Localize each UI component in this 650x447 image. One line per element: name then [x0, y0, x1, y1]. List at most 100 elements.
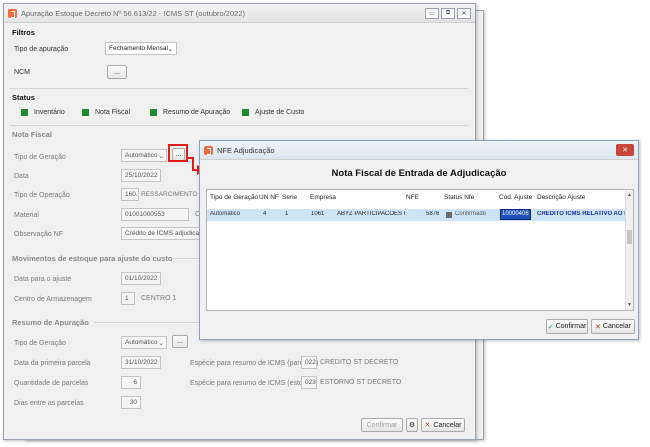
status-inventario-label: Inventário — [34, 109, 65, 116]
col-status-nfe[interactable]: Status Nfe — [444, 194, 474, 201]
chevron-down-icon: ⌄ — [158, 340, 164, 347]
tipo-geracao-value: Automático — [125, 152, 158, 159]
resumo-tipo-geracao-lookup-button[interactable]: ... — [172, 335, 188, 348]
especie-parcelas-code[interactable]: 022 — [301, 356, 317, 369]
dialog-confirm-button[interactable]: ✓ Confirmar — [546, 319, 588, 334]
close-x-icon: ✕ — [595, 323, 601, 331]
ncm-label: NCM — [14, 69, 30, 76]
quantidade-parcelas-label: Quantidade de parcelas — [14, 380, 89, 387]
resumo-section-title: Resumo de Apuração — [12, 318, 89, 327]
dialog-cancel-label: Cancelar — [602, 323, 631, 330]
divider — [10, 125, 468, 126]
especie-estorno-label: Espécie para resumo de ICMS (estorno) — [190, 380, 316, 387]
tipo-operacao-label: Tipo de Operação — [14, 192, 70, 199]
status-nota-fiscal-label: Nota Fiscal — [95, 109, 131, 116]
status-square-icon — [446, 212, 452, 218]
close-button[interactable]: ✕ — [457, 7, 471, 19]
dialog-title: NFE Adjudicação — [217, 145, 275, 155]
cell-empresa-name: ABYZ PARTICIPACOES I — [337, 211, 406, 217]
nota-fiscal-section-title: Nota Fiscal — [12, 130, 53, 139]
highlight-box — [168, 144, 188, 162]
status-resumo-apuracao: Resumo de Apuração — [150, 109, 230, 116]
minimize-button[interactable]: ▭ — [425, 7, 439, 19]
dias-parcelas-field[interactable]: 30 — [121, 396, 141, 409]
cell-cod-ajuste[interactable]: 10000406 — [500, 209, 531, 220]
col-nfe[interactable]: NFE — [406, 194, 419, 201]
centro-armazenagem-description: CENTRO 1 — [141, 295, 177, 302]
tipo-operacao-code-field[interactable]: 160.3R — [121, 188, 139, 201]
scroll-up-icon[interactable]: ▲ — [627, 192, 632, 198]
cancel-button-label: Cancelar — [433, 421, 462, 429]
col-descricao-ajuste[interactable]: Descrição Ajuste — [537, 194, 585, 201]
scroll-thumb[interactable] — [627, 230, 632, 244]
data-field[interactable]: 25/10/2022 — [121, 169, 161, 182]
col-cod-ajuste[interactable]: Cód. Ajuste — [499, 194, 532, 201]
col-un-nf[interactable]: UN NF — [259, 194, 279, 201]
tipo-geracao-label: Tipo de Geração — [14, 154, 66, 161]
material-code-field[interactable]: 01001000553 — [121, 208, 189, 221]
close-x-icon: ✕ — [424, 422, 431, 429]
observacao-nf-label: Observação NF — [14, 231, 64, 238]
resumo-tipo-geracao-select[interactable]: Automático ⌄ — [121, 336, 167, 349]
data-ajuste-label: Data para o ajuste — [14, 276, 72, 283]
tipo-apuracao-select[interactable]: Fechamento Mensal ⌄ — [105, 42, 177, 55]
centro-armazenagem-code[interactable]: 1 — [121, 292, 135, 305]
filtros-section-title: Filtros — [12, 28, 35, 37]
app-logo-icon — [8, 8, 17, 18]
main-titlebar: Apuração Estoque Decreto Nº 56.613/22 - … — [4, 4, 475, 23]
app-logo-icon — [204, 145, 213, 155]
dialog-heading: Nota Fiscal de Entrada de Adjudicação — [331, 168, 507, 179]
status-green-icon — [21, 109, 28, 116]
table-scrollbar[interactable]: ▲ ▼ — [625, 190, 633, 310]
col-empresa[interactable]: Empresa — [310, 194, 336, 201]
tipo-geracao-select[interactable]: Automático ⌄ — [121, 149, 167, 162]
scroll-down-icon[interactable]: ▼ — [627, 302, 632, 308]
especie-estorno-code[interactable]: 023 — [301, 376, 317, 389]
nfe-adjudicacao-dialog: NFE Adjudicação ✕ Nota Fiscal de Entrada… — [199, 140, 639, 340]
data-primeira-parcela-label: Data da primeira parcela — [14, 360, 91, 367]
dialog-confirm-label: Confirmar — [555, 323, 587, 330]
cancel-button[interactable]: ✕ Cancelar — [421, 418, 465, 432]
table-row[interactable]: Automático 4 1 1061 ABYZ PARTICIPACOES I… — [207, 209, 627, 221]
col-serie[interactable]: Serie — [282, 194, 297, 201]
status-section-title: Status — [12, 93, 35, 102]
col-tipo-geracao[interactable]: Tipo de Geração — [210, 194, 258, 201]
observacao-nf-field[interactable]: Crédito de ICMS adjudicado — [121, 227, 201, 240]
nfe-table: Tipo de Geração UN NF Serie Empresa NFE … — [206, 189, 634, 311]
status-green-icon — [82, 109, 89, 116]
cell-tipo: Automático — [210, 211, 241, 217]
resumo-tipo-geracao-label: Tipo de Geração — [14, 340, 66, 347]
status-ajuste-custo: Ajuste de Custo — [242, 109, 304, 116]
confirm-button[interactable]: Confirmar — [361, 418, 403, 432]
dias-parcelas-label: Dias entre as parcelas — [14, 400, 84, 407]
gear-icon[interactable]: ⚙ — [406, 418, 418, 432]
main-window-title: Apuração Estoque Decreto Nº 56.613/22 - … — [21, 8, 245, 18]
cell-empresa-code: 1061 — [311, 211, 325, 217]
dialog-titlebar: NFE Adjudicação ✕ — [200, 141, 638, 160]
dialog-close-button[interactable]: ✕ — [616, 144, 634, 156]
data-primeira-parcela-field[interactable]: 31/10/2022 — [121, 356, 161, 369]
data-ajuste-field[interactable]: 01/10/2022 — [121, 272, 161, 285]
cell-un-nf: 4 — [263, 211, 267, 217]
status-green-icon — [150, 109, 157, 116]
status-green-icon — [242, 109, 249, 116]
status-inventario: Inventário — [21, 109, 65, 116]
cell-status: Confirmado — [455, 211, 487, 217]
centro-armazenagem-label: Centro de Armazenagem — [14, 296, 92, 303]
quantidade-parcelas-field[interactable]: 6 — [121, 376, 141, 389]
especie-estorno-description: ESTORNO ST DECRETO — [320, 379, 402, 386]
status-ajuste-label: Ajuste de Custo — [255, 109, 305, 116]
chevron-down-icon: ⌄ — [167, 46, 173, 53]
movimentos-section-title: Movimentos de estoque para ajuste do cus… — [12, 254, 173, 263]
material-label: Material — [14, 212, 39, 219]
tipo-apuracao-label: Tipo de apuração — [14, 46, 69, 53]
chevron-down-icon: ⌄ — [158, 153, 164, 160]
dialog-cancel-button[interactable]: ✕ Cancelar — [591, 319, 635, 334]
maximize-button[interactable]: ⧉ — [441, 7, 455, 19]
ncm-lookup-button[interactable]: ... — [107, 65, 127, 79]
cell-descricao: CREDITO ICMS RELATIVO AO INVE — [537, 211, 627, 217]
status-nota-fiscal: Nota Fiscal — [82, 109, 130, 116]
especie-parcelas-description: CREDITO ST DECRETO — [320, 359, 399, 366]
cell-serie: 1 — [285, 211, 289, 217]
especie-parcelas-label: Espécie para resumo de ICMS (parcelas) — [190, 360, 319, 367]
